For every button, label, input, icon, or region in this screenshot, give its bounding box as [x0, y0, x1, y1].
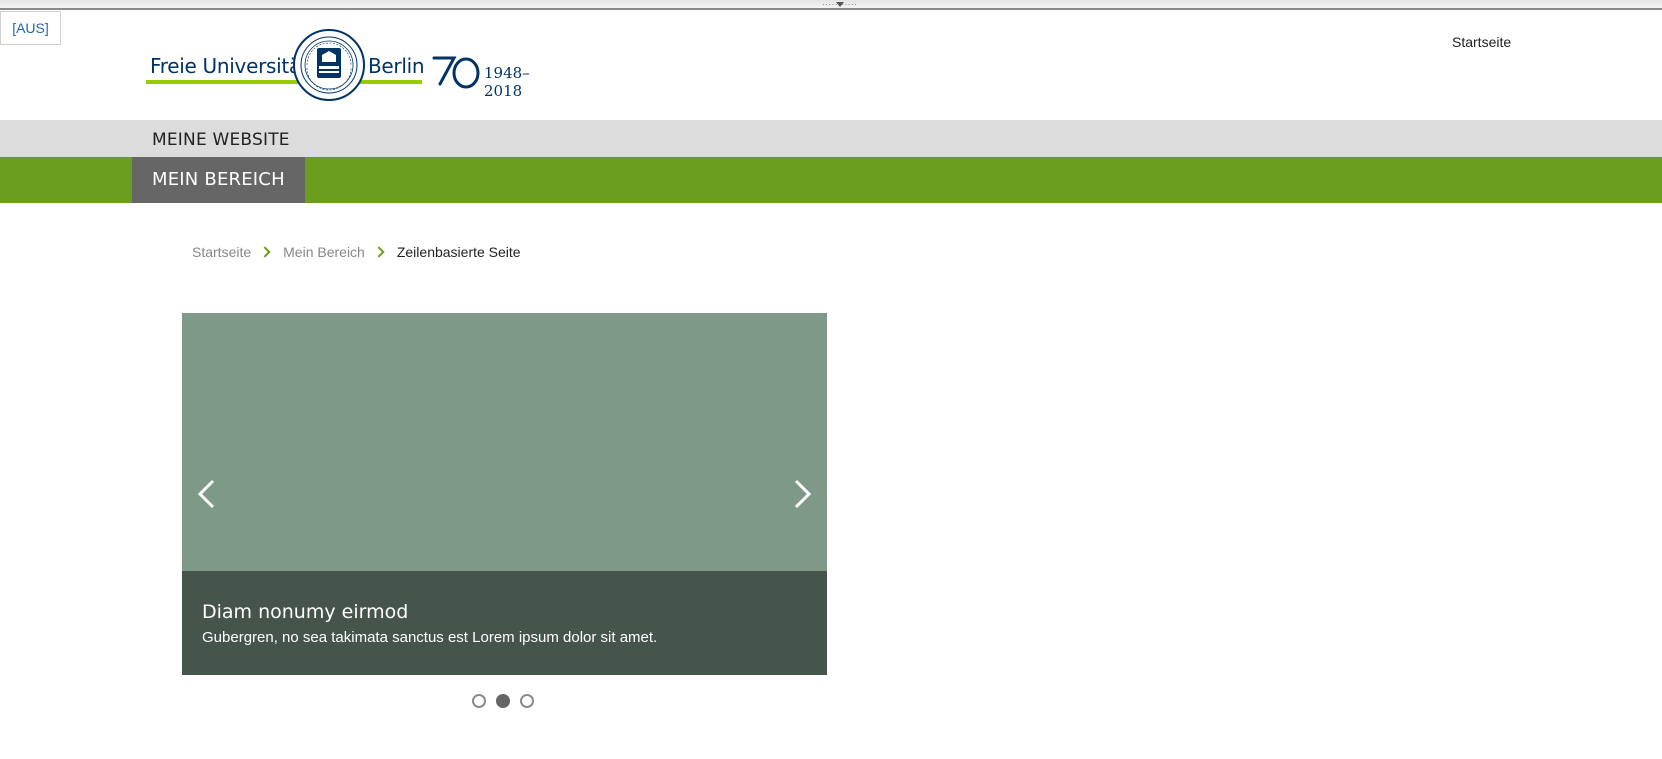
window-resize-strip: ····· ·····: [0, 0, 1662, 10]
slide-caption: Diam nonumy eirmod Gubergren, no sea tak…: [182, 571, 827, 675]
collapse-arrow-icon[interactable]: [836, 2, 844, 7]
chevron-right-icon[interactable]: [787, 476, 817, 512]
university-seal-icon: [293, 29, 365, 101]
slide-title: Diam nonumy eirmod: [202, 601, 409, 623]
seventy-anniversary-icon: [432, 56, 480, 89]
logo-underline: [146, 80, 422, 84]
image-slider[interactable]: Diam nonumy eirmod Gubergren, no sea tak…: [182, 313, 827, 675]
nav-item-mein-bereich[interactable]: MEIN BEREICH: [132, 157, 305, 203]
main-navigation: MEIN BEREICH: [0, 157, 1662, 203]
slider-pagination: [472, 694, 544, 708]
logo-name-left: Freie Universität: [150, 54, 309, 78]
anniversary-years: 1948–2018: [484, 64, 530, 100]
university-logo[interactable]: Freie Universität Berlin 1948–2018: [146, 28, 566, 106]
slider-dot-1[interactable]: [472, 694, 486, 708]
slide-text: Gubergren, no sea takimata sanctus est L…: [202, 629, 658, 646]
breadcrumb-item-startseite[interactable]: Startseite: [192, 244, 251, 260]
breadcrumb-item-mein-bereich[interactable]: Mein Bereich: [283, 244, 365, 260]
slider-dot-3[interactable]: [520, 694, 534, 708]
chevron-right-icon: [373, 246, 385, 258]
breadcrumb: Startseite Mein Bereich Zeilenbasierte S…: [192, 243, 521, 261]
chevron-left-icon[interactable]: [192, 476, 222, 512]
slider-dot-2[interactable]: [496, 694, 510, 708]
site-title-bar: MEINE WEBSITE: [0, 120, 1662, 157]
site-title[interactable]: MEINE WEBSITE: [152, 130, 290, 150]
service-link-startseite[interactable]: Startseite: [1452, 34, 1511, 50]
chevron-right-icon: [259, 246, 271, 258]
breadcrumb-current: Zeilenbasierte Seite: [396, 244, 521, 260]
logo-name-right: Berlin: [368, 54, 425, 78]
edit-mode-toggle[interactable]: [AUS]: [0, 11, 61, 45]
